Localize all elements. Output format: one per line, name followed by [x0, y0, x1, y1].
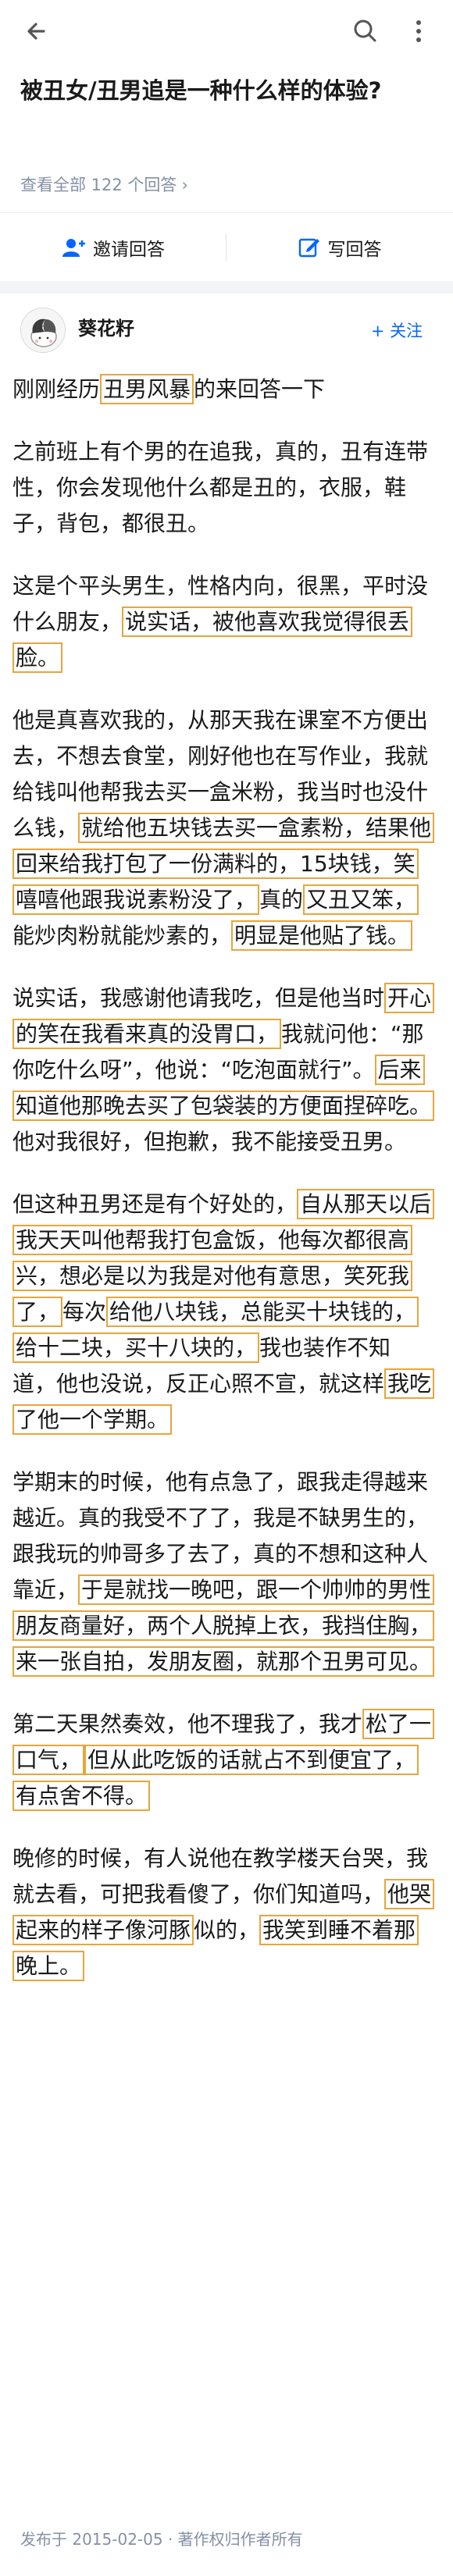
- top-bar: [0, 0, 453, 69]
- answer-paragraph: 说实话，我感谢他请我吃，但是他当时 开心的笑在我看来真的没胃口， 我就问他：“那你吃…: [12, 980, 435, 1160]
- author-row: 葵花籽 + 关注: [0, 294, 453, 372]
- paragraph-text: 但这种丑男还是有个好处的，: [12, 1191, 298, 1217]
- view-all-answers-link[interactable]: 查看全部 122 个回答 ›: [20, 173, 188, 197]
- section-gap: [0, 281, 453, 294]
- avatar-illustration-icon: [21, 308, 65, 352]
- paragraph-text: 能炒肉粉就能炒素的，: [12, 923, 232, 948]
- answer-paragraph: 之前班上有个男的在追我，真的，丑有连带性，你会发现他什么都是丑的，衣服，鞋子，背…: [12, 434, 434, 542]
- paragraph-text: 他对我很好，但抱歉，我不能接受丑男。: [12, 1129, 407, 1155]
- write-answer-label: 写回答: [327, 240, 382, 260]
- highlighted-text: 明显是他贴了钱。: [231, 920, 413, 951]
- publish-info: 发布于 2015-02-05 · 著作权归作者所有: [20, 2530, 303, 2549]
- paragraph-text: 每次: [62, 1299, 107, 1325]
- answer-paragraph: 他是真喜欢我的，从那天我在课室不方便出去，不想去食堂，刚好他也在写作业，我就给钱…: [12, 703, 435, 954]
- edit-icon: [298, 238, 319, 258]
- question-title[interactable]: 被丑女/丑男追是一种什么样的体验?: [20, 72, 434, 109]
- answer-paragraph: 第二天果然奏效，他不理我了，我才 松了一口气， 但从此吃饭的话就占不到便宜了，有点舍…: [12, 1706, 435, 1814]
- invite-icon: [62, 239, 85, 257]
- paragraph-text: 之前班上有个男的在追我，真的，丑有连带性，你会发现他什么都是丑的，衣服，鞋子，背…: [12, 439, 429, 536]
- paragraph-text: 真的: [259, 887, 304, 913]
- follow-button[interactable]: + 关注: [356, 312, 437, 348]
- paragraph-text: 似的，: [194, 1917, 260, 1943]
- answer-paragraph: 晚修的时候，有人说他在教学楼天台哭，我就去看，可把我看傻了，你们知道吗， 他哭起来…: [12, 1841, 435, 1984]
- highlighted-text: 又丑又笨，: [303, 884, 419, 915]
- avatar[interactable]: [20, 308, 66, 353]
- chevron-right-icon: ›: [181, 176, 188, 194]
- paragraph-text: 刚刚经历: [12, 376, 101, 402]
- search-button[interactable]: [350, 16, 381, 47]
- search-icon: [354, 20, 376, 42]
- paragraph-text: 第二天果然奏效，他不理我了，我才: [12, 1711, 363, 1737]
- highlighted-text: 丑男风暴: [100, 374, 194, 404]
- answer-paragraph: 刚刚经历 丑男风暴 的来回答一下: [12, 372, 434, 407]
- view-all-answers-label: 查看全部 122 个回答: [20, 176, 177, 194]
- question-actions: 邀请回答 写回答: [0, 212, 453, 281]
- answer-paragraph: 但这种丑男还是有个好处的， 自从那天以后我天天叫他帮我打包盒饭，他每次都很高兴，想…: [12, 1187, 435, 1438]
- more-button[interactable]: [403, 16, 434, 47]
- more-icon: [416, 20, 421, 42]
- back-button[interactable]: [20, 14, 55, 48]
- answer-content: 刚刚经历 丑男风暴 的来回答一下之前班上有个男的在追我，真的，丑有连带性，你会发现他…: [12, 372, 435, 2011]
- invite-answer-button[interactable]: 邀请回答: [0, 213, 226, 282]
- paragraph-text: 晚修的时候，有人说他在教学楼天台哭，我就去看，可把我看傻了，你们知道吗，: [12, 1845, 429, 1907]
- invite-answer-label: 邀请回答: [93, 240, 165, 260]
- write-answer-button[interactable]: 写回答: [226, 213, 453, 282]
- answer-paragraph: 学期末的时候，他有点急了，跟我走得越来越近。真的我受不了了，我是不缺男生的，跟我…: [12, 1464, 435, 1680]
- paragraph-text: 说实话，我感谢他请我吃，但是他当时: [12, 985, 385, 1011]
- author-name[interactable]: 葵花籽: [78, 315, 134, 342]
- answer-paragraph: 这是个平头男生，性格内向，很黑，平时没什么朋友， 说实话，被他喜欢我觉得很丢脸。: [12, 568, 434, 676]
- paragraph-text: 的来回答一下: [194, 376, 326, 402]
- back-arrow-icon: [27, 23, 45, 40]
